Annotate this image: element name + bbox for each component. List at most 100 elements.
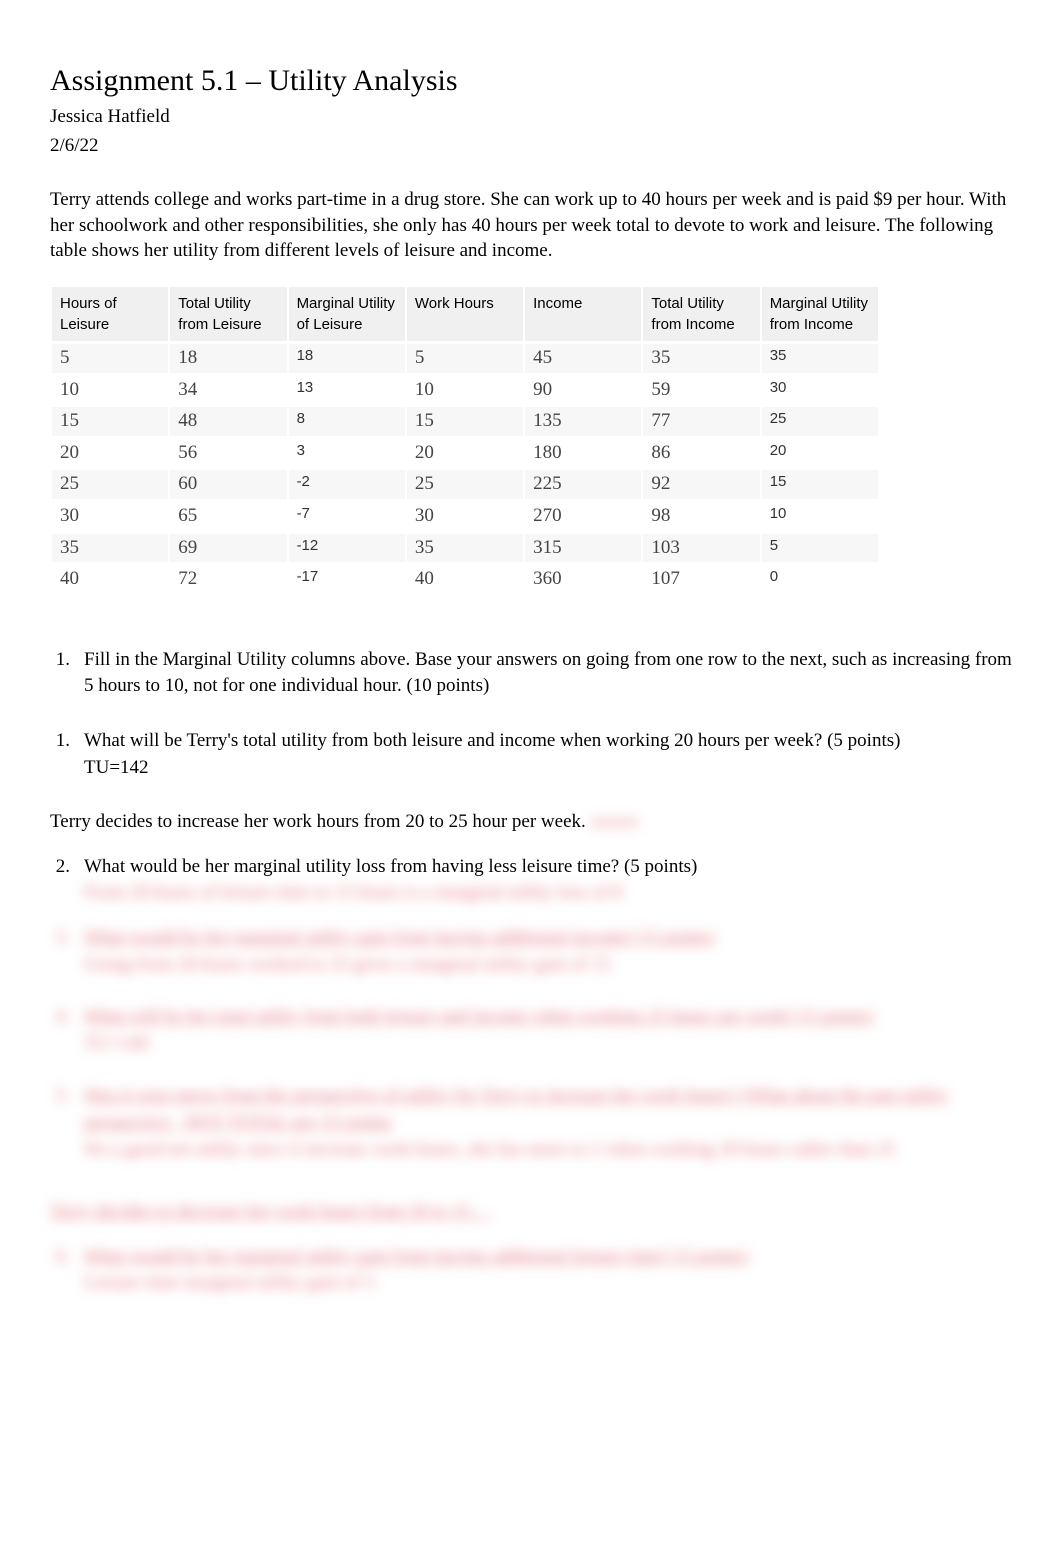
question-text: Fill in the Marginal Utility columns abo…	[84, 647, 1012, 700]
table-row: 4072-17403601070	[52, 565, 878, 594]
table-row: 20563201808620	[52, 439, 878, 468]
table-cell: 30	[407, 502, 523, 531]
table-row: 3569-12353151035	[52, 534, 878, 563]
table-cell: 98	[643, 502, 759, 531]
table-cell: 10	[407, 376, 523, 405]
table-cell: 72	[170, 565, 286, 594]
list-number: 2.	[50, 854, 84, 907]
table-cell: 5	[52, 344, 168, 373]
col-header: Hours of Leisure	[52, 287, 168, 341]
table-cell: 18	[170, 344, 286, 373]
table-cell: 10	[52, 376, 168, 405]
table-cell: 25	[52, 470, 168, 499]
table-cell: 0	[762, 565, 878, 594]
question-text: What would be her marginal utility loss …	[84, 856, 697, 877]
table-cell: 270	[525, 502, 641, 531]
blurred-answer: Leisure time marginal utility gain of 3	[84, 1272, 374, 1293]
table-cell: 18	[289, 344, 405, 373]
question-text: What will be Terry's total utility from …	[84, 730, 900, 751]
col-header: Marginal Utility of Leisure	[289, 287, 405, 341]
list-number: 3.	[50, 925, 84, 978]
list-number: 4.	[50, 1004, 84, 1057]
blurred-question: Was it wise move from the perspective of…	[84, 1085, 948, 1133]
table-cell: 225	[525, 470, 641, 499]
table-cell: 30	[762, 376, 878, 405]
table-cell: 35	[407, 534, 523, 563]
table-cell: 315	[525, 534, 641, 563]
document-date: 2/6/22	[50, 133, 1012, 160]
table-cell: 5	[407, 344, 523, 373]
blurred-answer: Going from 20 hours worked to 25 gives a…	[84, 954, 611, 975]
table-cell: 180	[525, 439, 641, 468]
table-cell: 65	[170, 502, 286, 531]
table-cell: 20	[52, 439, 168, 468]
blurred-answer: No a good net utility since it increase …	[84, 1139, 896, 1160]
table-cell: 69	[170, 534, 286, 563]
question-3: 2. What would be her marginal utility lo…	[50, 854, 1012, 907]
list-number: 1.	[50, 728, 84, 781]
question-1: 1. Fill in the Marginal Utility columns …	[50, 647, 1012, 700]
question-7: 6. What would be her marginal utility ga…	[50, 1244, 1012, 1297]
table-cell: -2	[289, 470, 405, 499]
author-name: Jessica Hatfield	[50, 104, 1012, 131]
table-cell: 107	[643, 565, 759, 594]
table-cell: 35	[52, 534, 168, 563]
table-cell: 45	[525, 344, 641, 373]
table-cell: 86	[643, 439, 759, 468]
blurred-content: xxxxx	[591, 809, 639, 836]
table-cell: 90	[525, 376, 641, 405]
table-cell: 25	[407, 470, 523, 499]
col-header: Total Utility from Income	[643, 287, 759, 341]
blurred-answer: From 20 hours of leisure time to 15 hour…	[84, 882, 622, 903]
table-cell: 48	[170, 407, 286, 436]
blurred-question: What would be her marginal utility gain …	[84, 1246, 748, 1267]
table-cell: -12	[289, 534, 405, 563]
table-cell: -7	[289, 502, 405, 531]
table-cell: 20	[407, 439, 523, 468]
col-header: Work Hours	[407, 287, 523, 341]
question-5: 4. What will be her total utility from b…	[50, 1004, 1012, 1057]
table-cell: 20	[762, 439, 878, 468]
table-row: 15488151357725	[52, 407, 878, 436]
intro-paragraph: Terry attends college and works part-tim…	[50, 187, 1012, 264]
table-cell: 92	[643, 470, 759, 499]
table-row: 10341310905930	[52, 376, 878, 405]
transition-text: Terry decides to increase her work hours…	[50, 809, 1012, 836]
list-number: 6.	[50, 1244, 84, 1297]
question-4: 3. What would be her marginal utility ga…	[50, 925, 1012, 978]
blurred-question: What would be her marginal utility gain …	[84, 927, 715, 948]
question-2: 1. What will be Terry's total utility fr…	[50, 728, 1012, 781]
table-cell: -17	[289, 565, 405, 594]
list-number: 1.	[50, 647, 84, 700]
table-cell: 13	[289, 376, 405, 405]
table-cell: 360	[525, 565, 641, 594]
list-number: 5.	[50, 1083, 84, 1163]
table-cell: 35	[643, 344, 759, 373]
table-cell: 15	[407, 407, 523, 436]
table-cell: 5	[762, 534, 878, 563]
table-header-row: Hours of Leisure Total Utility from Leis…	[52, 287, 878, 341]
page-title: Assignment 5.1 – Utility Analysis	[50, 60, 1012, 102]
table-cell: 135	[525, 407, 641, 436]
table-cell: 8	[289, 407, 405, 436]
question-answer: TU=142	[84, 757, 149, 778]
table-cell: 34	[170, 376, 286, 405]
table-cell: 103	[643, 534, 759, 563]
blurred-question: What will be her total utility from both…	[84, 1006, 873, 1027]
table-row: 3065-7302709810	[52, 502, 878, 531]
blurred-answer: TU=140	[84, 1033, 149, 1054]
col-header: Marginal Utility from Income	[762, 287, 878, 341]
table-cell: 15	[52, 407, 168, 436]
table-cell: 56	[170, 439, 286, 468]
table-cell: 25	[762, 407, 878, 436]
col-header: Total Utility from Leisure	[170, 287, 286, 341]
table-cell: 15	[762, 470, 878, 499]
blurred-transition: Terry decides to decrease her work hours…	[50, 1201, 490, 1222]
question-6: 5. Was it wise move from the perspective…	[50, 1083, 1012, 1163]
table-cell: 40	[407, 565, 523, 594]
table-cell: 59	[643, 376, 759, 405]
col-header: Income	[525, 287, 641, 341]
table-row: 2560-2252259215	[52, 470, 878, 499]
table-cell: 35	[762, 344, 878, 373]
utility-table: Hours of Leisure Total Utility from Leis…	[50, 284, 880, 597]
